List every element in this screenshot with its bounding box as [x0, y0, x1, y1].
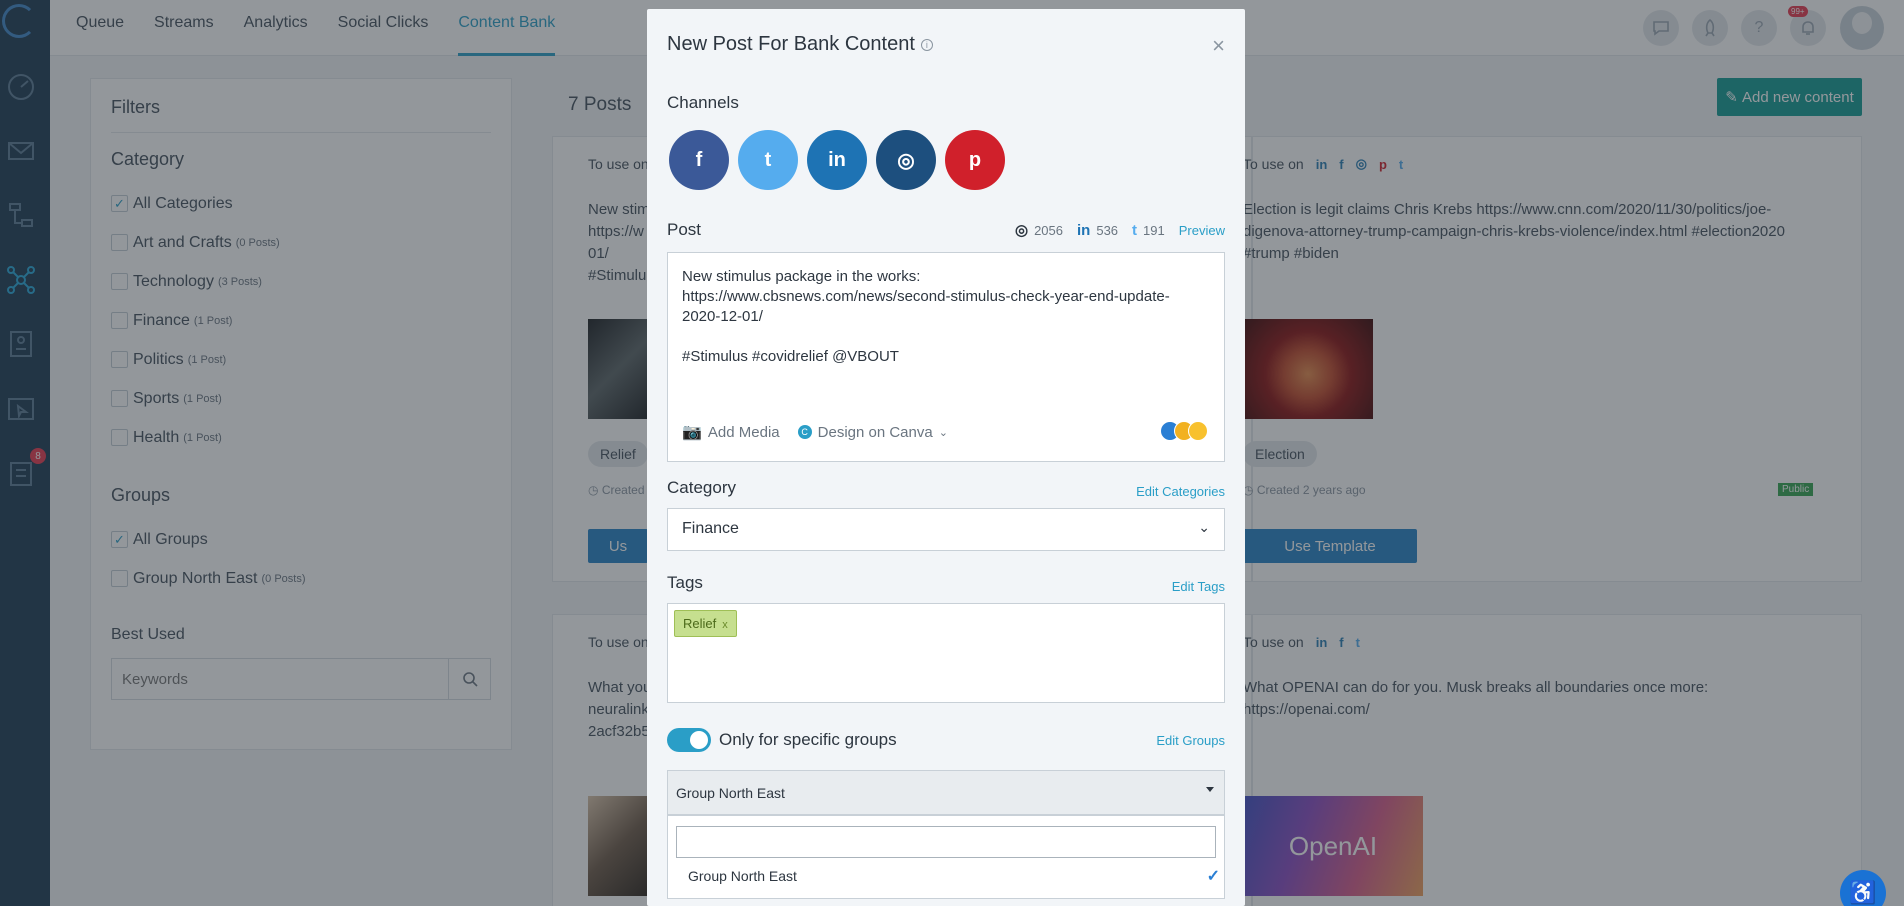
channels-label: Channels: [667, 93, 739, 112]
tags-input[interactable]: Relief x: [667, 603, 1225, 703]
linkedin-count: 536: [1096, 222, 1119, 238]
modal-title-text: New Post For Bank Content: [667, 33, 915, 55]
modal-title: New Post For Bank Content i: [667, 33, 933, 56]
remove-tag-icon[interactable]: x: [722, 619, 728, 631]
specific-groups-label: Only for specific groups: [719, 730, 897, 749]
group-dropdown: Group North East ✓: [667, 815, 1225, 899]
tags-label: Tags: [667, 573, 703, 592]
editor-toolbar: 📷 Add Media C Design on Canva ⌄: [682, 422, 966, 442]
chevron-down-icon: ⌄: [1198, 519, 1210, 535]
twitter-count: 191: [1143, 222, 1165, 238]
group-search-input[interactable]: [676, 826, 1216, 858]
info-icon[interactable]: i: [920, 38, 933, 51]
category-select[interactable]: Finance ⌄: [667, 508, 1225, 551]
canva-icon: C: [797, 425, 812, 439]
camera-icon: 📷: [682, 424, 702, 441]
add-media-button[interactable]: 📷 Add Media: [682, 422, 780, 442]
specific-groups-toggle[interactable]: [667, 728, 711, 752]
channel-list: f t in ◎ p: [669, 130, 1014, 190]
chevron-down-icon: ⌄: [938, 426, 948, 439]
pinterest-channel-button[interactable]: p: [945, 130, 1005, 190]
design-on-canva-button[interactable]: C Design on Canva ⌄: [797, 423, 948, 441]
category-label: Category: [667, 478, 736, 497]
group-value: Group North East: [676, 785, 785, 801]
edit-tags-link[interactable]: Edit Tags: [1172, 579, 1225, 594]
add-media-label: Add Media: [707, 423, 780, 441]
instagram-icon: ◎: [1014, 222, 1029, 239]
linkedin-channel-button[interactable]: in: [807, 130, 867, 190]
edit-groups-link[interactable]: Edit Groups: [1156, 733, 1225, 748]
post-text[interactable]: New stimulus package in the works: https…: [682, 267, 1202, 367]
emoji-picker-icon[interactable]: [1160, 421, 1208, 441]
instagram-channel-button[interactable]: ◎: [876, 130, 936, 190]
facebook-channel-button[interactable]: f: [669, 130, 729, 190]
check-icon: ✓: [1206, 868, 1220, 885]
group-option[interactable]: Group North East: [688, 868, 797, 884]
post-label: Post: [667, 220, 702, 239]
close-icon[interactable]: ×: [1212, 33, 1225, 59]
caret-down-icon: [1206, 787, 1214, 792]
tag-chip[interactable]: Relief x: [674, 610, 737, 637]
instagram-count: 2056: [1034, 222, 1063, 238]
group-select[interactable]: Group North East: [667, 770, 1225, 815]
canva-label: Design on Canva: [817, 423, 933, 441]
character-counts: ◎ 2056 in 536 t 191 Preview: [1014, 221, 1225, 240]
linkedin-icon: in: [1077, 221, 1091, 239]
new-post-modal: New Post For Bank Content i × Channels ft…: [647, 9, 1245, 906]
category-value: Finance: [682, 520, 739, 537]
edit-categories-link[interactable]: Edit Categories: [1136, 484, 1225, 499]
twitter-icon: t: [1132, 221, 1138, 239]
preview-link[interactable]: Preview: [1179, 223, 1225, 238]
post-editor[interactable]: New stimulus package in the works: https…: [667, 252, 1225, 462]
tag-chip-label: Relief: [683, 616, 717, 631]
twitter-channel-button[interactable]: t: [738, 130, 798, 190]
